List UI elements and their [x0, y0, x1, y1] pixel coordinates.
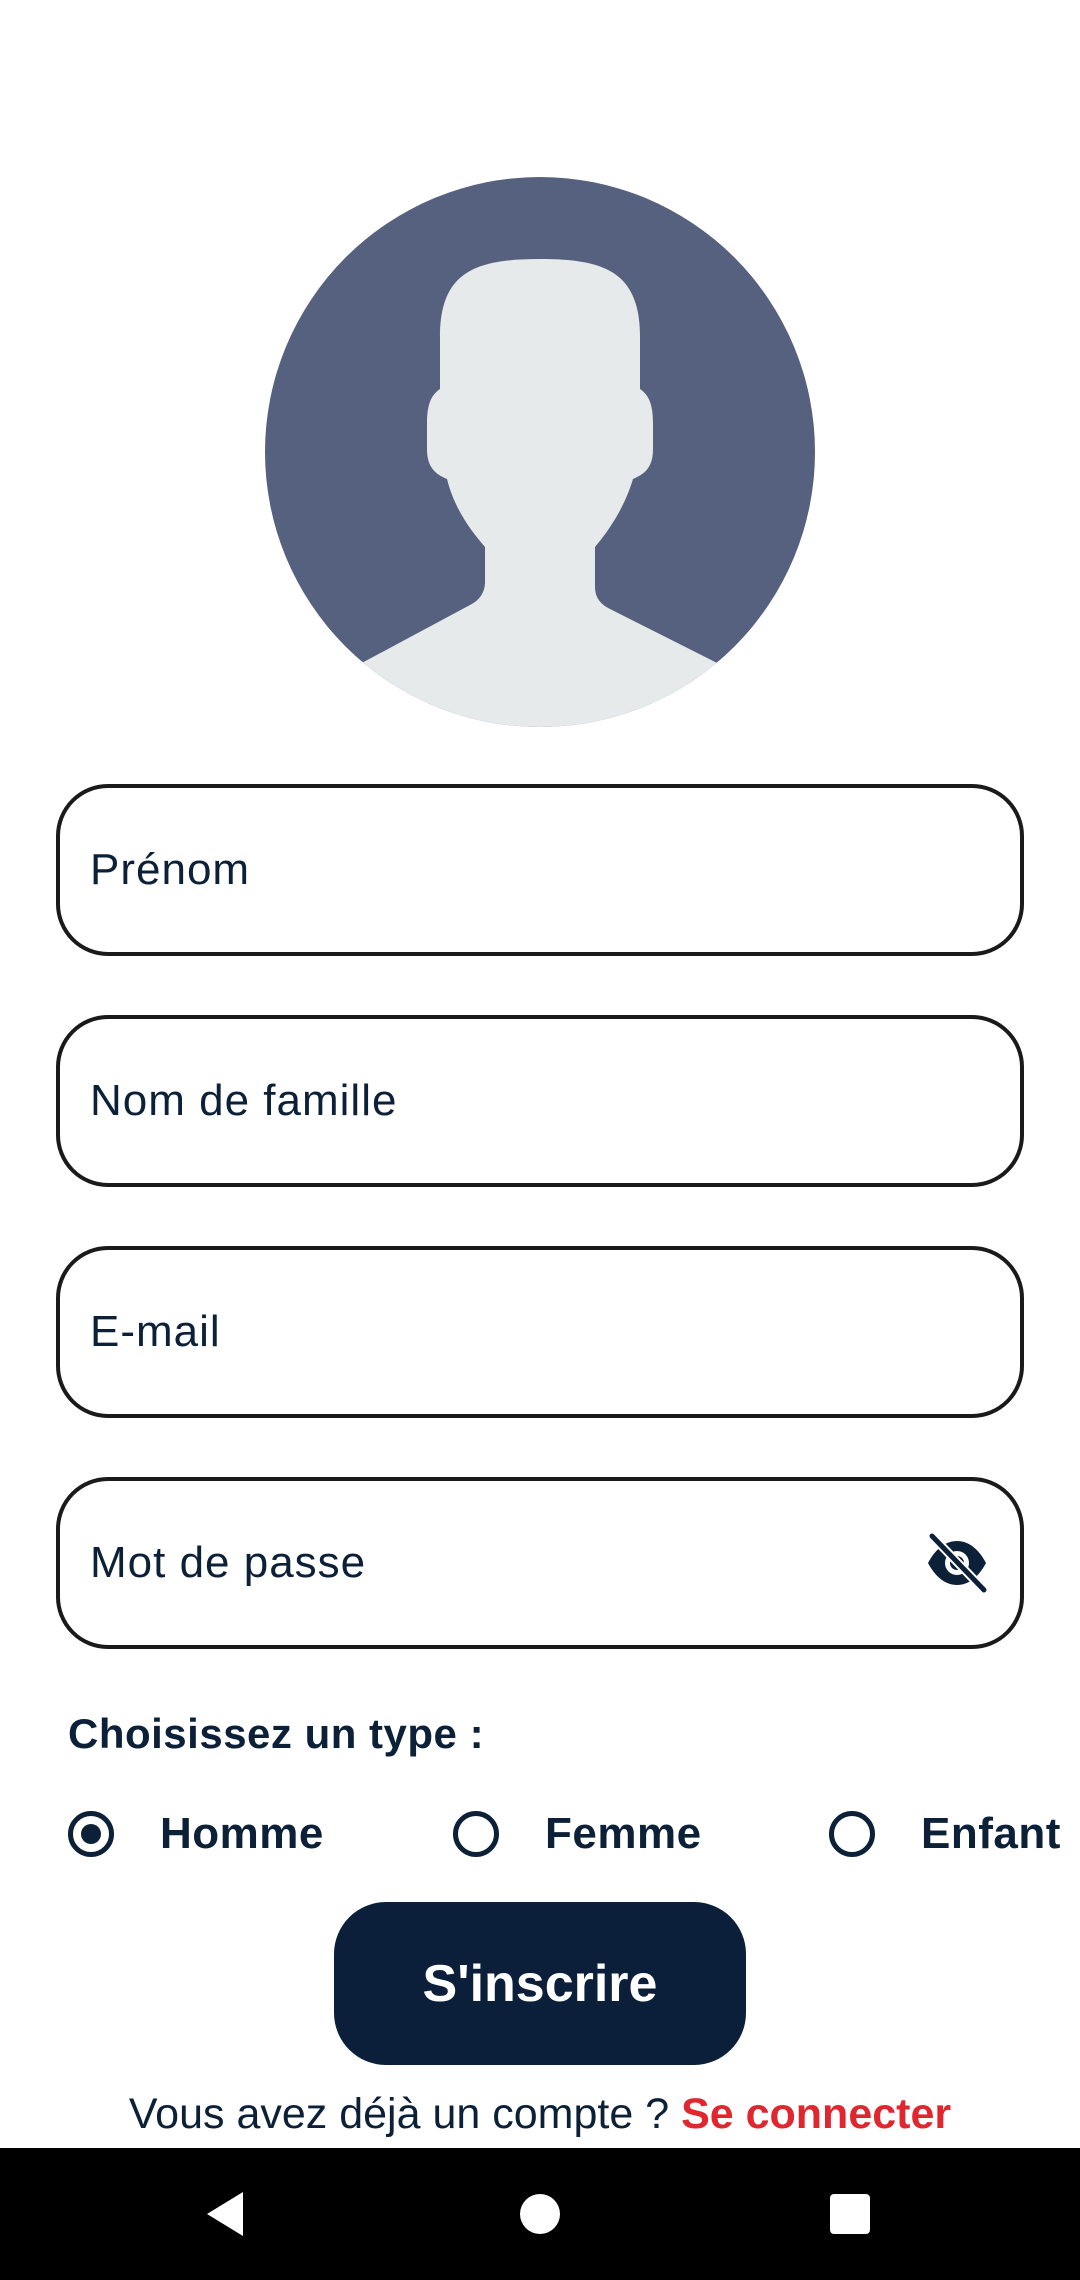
- recents-icon: [830, 2194, 870, 2234]
- radio-option-enfant[interactable]: Enfant: [829, 1806, 1061, 1862]
- back-icon: [207, 2192, 243, 2236]
- eye-off-icon: [927, 1531, 989, 1595]
- type-selector-label: Choisissez un type :: [68, 1710, 485, 1757]
- radio-label-enfant: Enfant: [921, 1809, 1061, 1858]
- radio-button-unchecked[interactable]: [453, 1811, 499, 1857]
- avatar-picker[interactable]: [265, 177, 815, 727]
- first-name-input[interactable]: [90, 788, 930, 952]
- nav-home-button[interactable]: [480, 2148, 600, 2280]
- password-visibility-toggle[interactable]: [924, 1530, 990, 1596]
- first-name-field[interactable]: [56, 784, 1024, 956]
- radio-option-homme[interactable]: Homme: [68, 1806, 324, 1862]
- radio-option-femme[interactable]: Femme: [453, 1806, 702, 1862]
- radio-button-unchecked[interactable]: [829, 1811, 875, 1857]
- radio-label-homme: Homme: [160, 1809, 324, 1858]
- email-field[interactable]: [56, 1246, 1024, 1418]
- password-field[interactable]: [56, 1477, 1024, 1649]
- signup-button[interactable]: S'inscrire: [334, 1902, 746, 2065]
- password-input[interactable]: [90, 1481, 930, 1645]
- last-name-input[interactable]: [90, 1019, 930, 1183]
- home-icon: [520, 2194, 560, 2234]
- login-link[interactable]: Se connecter: [681, 2090, 951, 2138]
- last-name-field[interactable]: [56, 1015, 1024, 1187]
- default-user-avatar-icon: [265, 177, 815, 727]
- radio-button-checked[interactable]: [68, 1811, 114, 1857]
- signup-screen: Choisissez un type : Homme Femme Enfant …: [0, 0, 1080, 2280]
- login-prompt-text: Vous avez déjà un compte ?: [128, 2090, 682, 2138]
- login-prompt: Vous avez déjà un compte ? Se connecter: [0, 2090, 1080, 2139]
- email-input[interactable]: [90, 1250, 930, 1414]
- system-navigation-bar: [0, 2148, 1080, 2280]
- radio-label-femme: Femme: [545, 1809, 702, 1858]
- nav-back-button[interactable]: [165, 2148, 285, 2280]
- nav-recents-button[interactable]: [790, 2148, 910, 2280]
